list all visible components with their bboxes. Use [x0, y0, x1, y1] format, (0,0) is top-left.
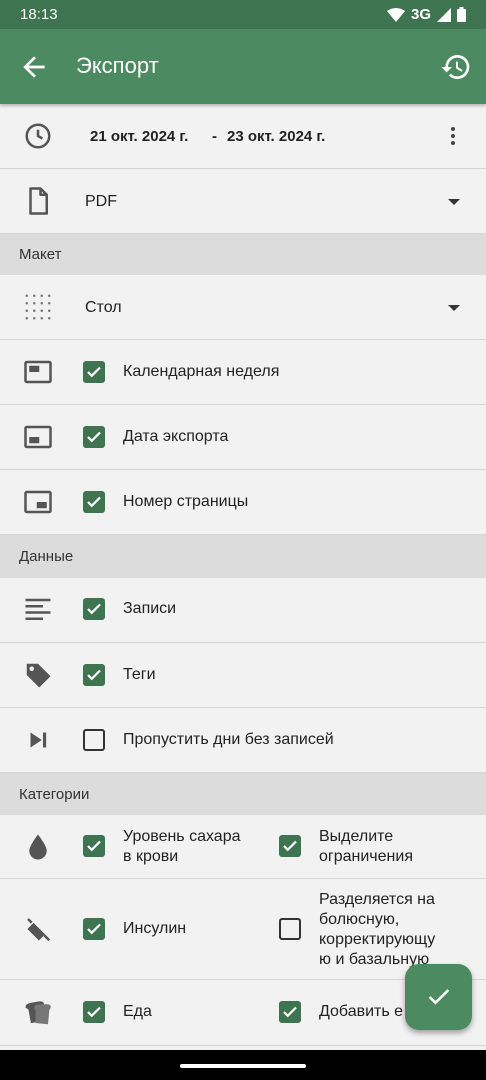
- text-lines-icon: [20, 592, 56, 628]
- insulin-checkbox[interactable]: [83, 918, 105, 940]
- network-type: 3G: [410, 6, 431, 23]
- layout-style-row[interactable]: Стол: [0, 275, 486, 340]
- entries-checkbox[interactable]: [83, 598, 105, 620]
- export-date-row[interactable]: Дата экспорта: [0, 405, 486, 470]
- battery-icon: [457, 7, 466, 22]
- footer-left-layout-icon: [20, 419, 56, 455]
- date-separator: -: [212, 128, 217, 145]
- skip-next-icon: [20, 722, 56, 758]
- page-number-checkbox[interactable]: [83, 491, 105, 513]
- export-date-label: Дата экспорта: [123, 428, 229, 445]
- back-arrow-icon[interactable]: [18, 51, 50, 83]
- page-title: Экспорт: [76, 53, 159, 78]
- dropdown-arrow-icon[interactable]: [448, 199, 460, 205]
- blood-sugar-label-line2: в крови: [123, 848, 179, 865]
- history-icon[interactable]: [440, 51, 472, 83]
- calendar-week-checkbox[interactable]: [83, 361, 105, 383]
- date-range-row[interactable]: 21 окт. 2024 г. - 23 окт. 2024 г.: [0, 104, 486, 169]
- entries-row[interactable]: Записи: [0, 578, 486, 643]
- split-insulin-label-line1: Разделяется на: [319, 891, 435, 908]
- blood-sugar-label-line1: Уровень сахара: [123, 828, 241, 845]
- highlight-limits-label-line2: ограничения: [319, 848, 413, 865]
- layout-style-value[interactable]: Стол: [85, 298, 122, 318]
- status-bar: 18:13 3G: [0, 0, 486, 29]
- file-icon: [20, 183, 56, 219]
- app-bar: Экспорт: [0, 29, 486, 104]
- calendar-week-label: Календарная неделя: [123, 363, 280, 380]
- food-checkbox[interactable]: [83, 1001, 105, 1023]
- split-insulin-label-line2: болюсную,: [319, 911, 400, 928]
- tags-checkbox[interactable]: [83, 664, 105, 686]
- check-icon: [428, 989, 449, 1005]
- date-start[interactable]: 21 окт. 2024 г.: [90, 127, 188, 147]
- drop-icon: [20, 829, 56, 865]
- clock-icon: [20, 118, 56, 154]
- signal-icon: [437, 7, 451, 22]
- grid-dots-icon: [20, 289, 56, 325]
- dropdown-arrow-icon[interactable]: [448, 305, 460, 311]
- add-food-label: Добавить е: [319, 1003, 404, 1020]
- more-vert-icon[interactable]: [441, 124, 465, 148]
- highlight-limits-checkbox[interactable]: [279, 835, 301, 857]
- system-nav-bar: [0, 1050, 486, 1080]
- format-value[interactable]: PDF: [85, 192, 117, 212]
- skip-empty-label: Пропустить дни без записей: [123, 731, 334, 748]
- tags-row[interactable]: Теги: [0, 643, 486, 708]
- date-end[interactable]: 23 окт. 2024 г.: [227, 127, 325, 147]
- blood-sugar-row: Уровень сахара в крови Выделите ограниче…: [0, 815, 486, 879]
- entries-label: Записи: [123, 600, 177, 617]
- section-categories: Категории: [0, 773, 486, 815]
- section-layout: Макет: [0, 234, 486, 275]
- bread-icon: [20, 995, 56, 1031]
- tags-label: Теги: [123, 666, 156, 683]
- tag-icon: [20, 657, 56, 693]
- highlight-limits-label-line1: Выделите: [319, 828, 394, 845]
- format-row[interactable]: PDF: [0, 169, 486, 234]
- home-gesture-handle[interactable]: [180, 1064, 306, 1068]
- confirm-export-button[interactable]: [405, 964, 472, 1030]
- add-food-checkbox[interactable]: [279, 1001, 301, 1023]
- food-label: Еда: [123, 1003, 152, 1020]
- split-insulin-label-line3: корректирующу: [319, 931, 436, 948]
- status-time: 18:13: [20, 6, 58, 23]
- header-layout-icon: [20, 354, 56, 390]
- insulin-label: Инсулин: [123, 920, 187, 937]
- split-insulin-checkbox[interactable]: [279, 918, 301, 940]
- footer-right-layout-icon: [20, 484, 56, 520]
- section-data: Данные: [0, 535, 486, 578]
- calendar-week-row[interactable]: Календарная неделя: [0, 340, 486, 405]
- export-date-checkbox[interactable]: [83, 426, 105, 448]
- page-number-label: Номер страницы: [123, 493, 249, 510]
- syringe-icon: [20, 911, 56, 947]
- blood-sugar-checkbox[interactable]: [83, 835, 105, 857]
- page-number-row[interactable]: Номер страницы: [0, 470, 486, 535]
- skip-empty-row[interactable]: Пропустить дни без записей: [0, 708, 486, 773]
- skip-empty-checkbox[interactable]: [83, 729, 105, 751]
- wifi-icon: [386, 7, 405, 22]
